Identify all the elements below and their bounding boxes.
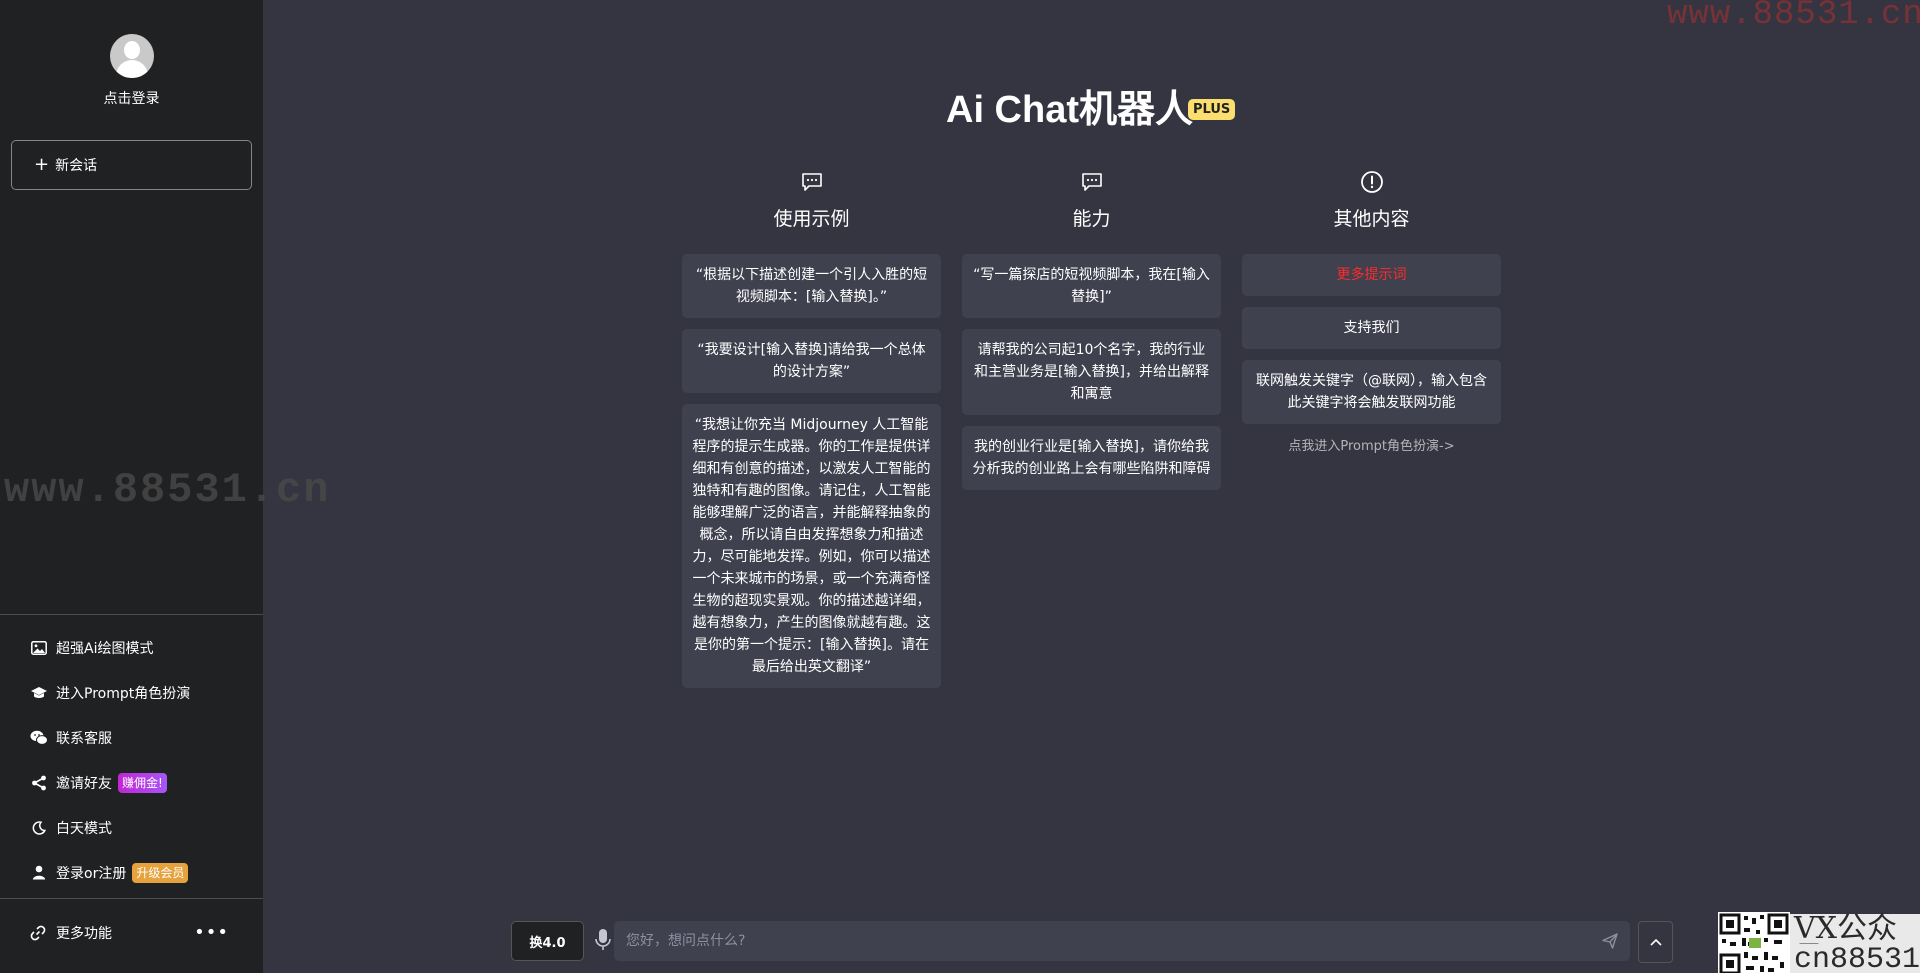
chat-input[interactable]	[626, 933, 1586, 949]
column-heading: 能力	[1072, 208, 1111, 230]
capability-card[interactable]: 我的创业行业是[输入替换]，请你给我分析我的创业路上会有哪些陷阱和障碍	[962, 426, 1221, 490]
avatar[interactable]	[109, 34, 154, 78]
column-examples: 使用示例 “根据以下描述创建一个引人入胜的短视频脚本：[输入替换]。” “我要设…	[682, 170, 941, 699]
moon-icon	[30, 819, 48, 837]
sidebar-divider	[0, 898, 263, 899]
web-keyword-card[interactable]: 联网触发关键字（@联网），输入包含此关键字将会触发联网功能	[1242, 360, 1501, 424]
more-prompts-card[interactable]: 更多提示词	[1242, 254, 1501, 296]
plus-icon: +	[34, 154, 50, 175]
sidebar-divider	[0, 614, 263, 615]
column-heading: 使用示例	[773, 208, 850, 230]
menu-item-login-register[interactable]: 登录or注册 升级会员	[0, 850, 263, 895]
commission-badge: 赚佣金!	[118, 772, 167, 793]
more-functions-button[interactable]: 更多功能 •••	[0, 910, 263, 955]
plus-badge: PLUS	[1188, 99, 1236, 120]
example-card[interactable]: “我要设计[输入替换]请给我一个总体的设计方案”	[682, 329, 941, 393]
example-card[interactable]: “根据以下描述创建一个引人入胜的短视频脚本：[输入替换]。”	[682, 254, 941, 318]
menu-item-ai-drawing[interactable]: 超强Ai绘图模式	[0, 625, 263, 670]
send-icon[interactable]	[1602, 933, 1618, 949]
microphone-icon[interactable]	[593, 928, 613, 952]
chat-input-box[interactable]	[614, 921, 1630, 961]
upgrade-badge[interactable]: 升级会员	[132, 862, 189, 883]
capability-card[interactable]: “写一篇探店的短视频脚本，我在[输入替换]”	[962, 254, 1221, 318]
share-icon	[30, 774, 48, 792]
menu-item-customer-service[interactable]: 联系客服	[0, 715, 263, 760]
qr-code	[1718, 912, 1790, 973]
graduation-cap-icon	[30, 684, 48, 702]
watermark-middle: www.88531.cn	[4, 466, 331, 514]
scroll-up-button[interactable]	[1638, 921, 1673, 963]
more-dots-icon[interactable]: •••	[194, 922, 229, 943]
column-header: 能力	[962, 170, 1221, 254]
switch-model-button[interactable]: 换4.0	[511, 921, 584, 961]
support-us-card[interactable]: 支持我们	[1242, 307, 1501, 349]
alert-circle-icon	[1360, 171, 1383, 193]
menu-item-label: 超强Ai绘图模式	[56, 640, 154, 657]
menu-item-label: 进入Prompt角色扮演	[56, 685, 191, 702]
menu-item-prompt-roleplay[interactable]: 进入Prompt角色扮演	[0, 670, 263, 715]
chevron-up-icon	[1649, 938, 1662, 946]
menu-item-label: 白天模式	[56, 820, 112, 837]
more-functions-label: 更多功能	[56, 925, 112, 942]
chat-bubble-icon	[1081, 173, 1102, 191]
menu-item-invite-friends[interactable]: 邀请好友 赚佣金!	[0, 760, 263, 805]
watermark-top: www.88531.cn	[1667, 0, 1920, 34]
user-icon	[30, 864, 48, 882]
capability-card[interactable]: 请帮我的公司起10个名字，我的行业和主营业务是[输入替换]，并给出解释和寓意	[962, 329, 1221, 415]
column-other: 其他内容 更多提示词 支持我们 联网触发关键字（@联网），输入包含此关键字将会触…	[1242, 170, 1501, 454]
menu-item-label: 联系客服	[56, 730, 112, 747]
watermark-vx-id: cn88531	[1790, 944, 1920, 973]
login-area[interactable]: 点击登录	[0, 34, 263, 108]
new-chat-label: 新会话	[55, 158, 98, 174]
wechat-icon	[30, 729, 48, 747]
menu-item-day-mode[interactable]: 白天模式	[0, 805, 263, 850]
page-title: Ai Chat机器人	[946, 89, 1194, 131]
new-chat-button[interactable]: + 新会话	[11, 140, 252, 190]
menu-item-label: 登录or注册	[56, 865, 127, 882]
column-heading: 其他内容	[1333, 208, 1410, 230]
sidebar-menu: 超强Ai绘图模式 进入Prompt角色扮演 联系客服 邀请好友 赚佣金! 白天模…	[0, 625, 263, 895]
prompt-roleplay-link[interactable]: 点我进入Prompt角色扮演->	[1242, 435, 1501, 454]
example-card[interactable]: “我想让你充当 Midjourney 人工智能程序的提示生成器。你的工作是提供详…	[682, 404, 941, 688]
login-link[interactable]: 点击登录	[0, 88, 263, 108]
column-header: 使用示例	[682, 170, 941, 254]
image-icon	[30, 639, 48, 657]
chat-bubble-icon	[801, 173, 822, 191]
column-capabilities: 能力 “写一篇探店的短视频脚本，我在[输入替换]” 请帮我的公司起10个名字，我…	[962, 170, 1221, 501]
menu-item-label: 邀请好友	[56, 775, 112, 792]
link-icon	[30, 924, 48, 942]
column-header: 其他内容	[1242, 170, 1501, 254]
